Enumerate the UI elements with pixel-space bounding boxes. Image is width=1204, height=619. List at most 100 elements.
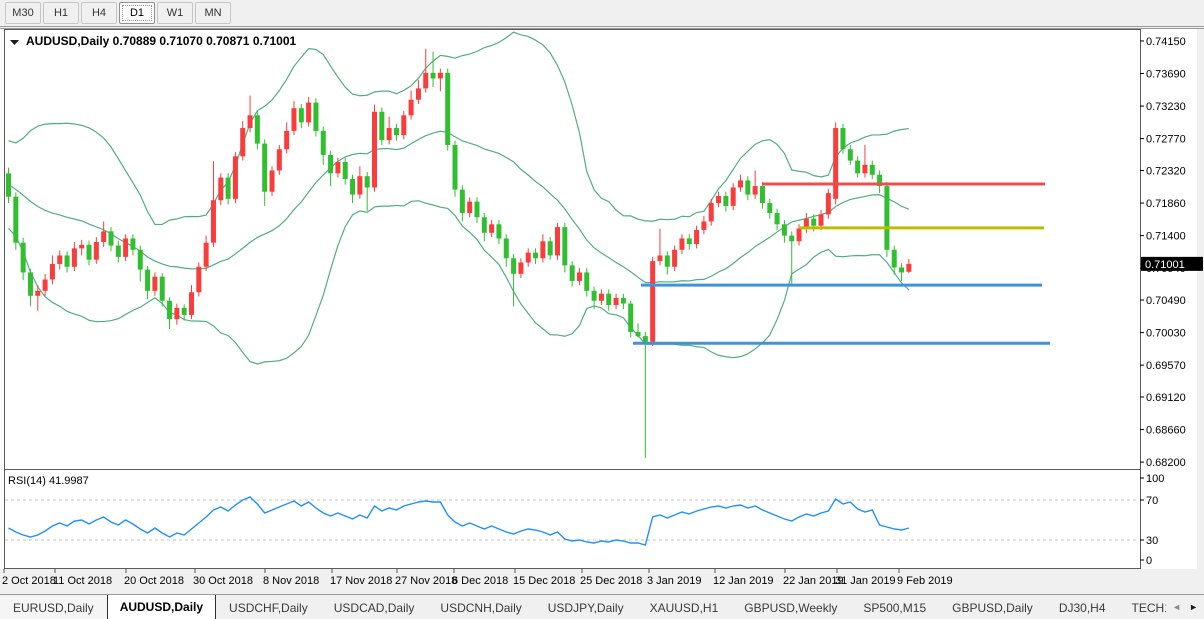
tab-usdcad-daily[interactable]: USDCAD,Daily [321,596,428,619]
timeframe-button-d1[interactable]: D1 [119,2,155,24]
timeframe-button-h4[interactable]: H4 [81,2,117,24]
candle-body [621,298,626,304]
candle-body [240,128,245,156]
candle-body [797,229,802,242]
candle-body [540,241,545,258]
candle-body [716,196,721,203]
candle-body [614,298,619,305]
timeframe-button-m30[interactable]: M30 [5,2,41,24]
candle-body [665,255,670,266]
price-tick-label: 0.73690 [1146,69,1186,81]
tab-tech100-h1[interactable]: TECH100,H1 [1119,596,1167,619]
candle-body [701,221,706,229]
date-label: 11 Oct 2018 [53,575,112,587]
candle-body [72,248,77,266]
price-tick-label: 0.69120 [1146,392,1186,404]
candle-body [291,108,296,131]
price-tick-label: 0.73230 [1146,101,1186,113]
tab-gbpusd-weekly[interactable]: GBPUSD,Weekly [731,596,850,619]
candle-body [189,292,194,315]
candle-body [848,149,853,160]
timeframe-button-w1[interactable]: W1 [157,2,193,24]
candle-body [562,227,567,265]
candle-body [826,193,831,214]
rsi-indicator-label: RSI(14) 41.9987 [8,475,89,487]
candle-body [387,128,392,140]
candle [453,141,458,197]
candle [884,182,889,257]
tab-gbpusd-daily[interactable]: GBPUSD,Daily [939,596,1046,619]
candle [255,111,260,149]
candle [555,223,560,260]
candle-body [401,115,406,135]
tab-eurusd-daily[interactable]: EURUSD,Daily [0,596,107,619]
price-chart-canvas: 0.741500.736900.732300.727700.723200.718… [0,28,1204,594]
candle-body [130,238,135,249]
candle-body [226,178,231,199]
candle-body [394,128,399,135]
candle [277,145,282,175]
candle-body [21,243,26,273]
timeframe-button-h1[interactable]: H1 [43,2,79,24]
tab-usdjpy-daily[interactable]: USDJPY,Daily [535,596,637,619]
candle-body [819,214,824,225]
candle-body [628,304,633,332]
candle-body [196,267,201,292]
tab-xauusd-h1[interactable]: XAUUSD,H1 [637,596,732,619]
candle-body [35,291,40,296]
candle-body [606,294,611,305]
tab-usdchf-daily[interactable]: USDCHF,Daily [216,596,321,619]
candle-body [365,176,370,187]
candle-body [526,253,531,263]
candle [372,105,377,192]
candle-body [167,301,172,319]
candle [13,192,18,249]
candle-body [687,238,692,244]
candle-body [321,131,326,155]
chart-area: 0.741500.736900.732300.727700.723200.718… [0,28,1204,594]
candle-body [87,245,92,260]
candle-body [145,270,150,291]
candle-body [174,308,179,319]
candle-body [709,203,714,221]
date-label: 17 Nov 2018 [330,575,392,587]
candle-body [474,202,479,218]
candle-body [599,294,604,301]
timeframe-button-mn[interactable]: MN [195,2,231,24]
candle-body [57,255,62,263]
tab-sp500-m15[interactable]: SP500,M15 [850,596,939,619]
candle-body [782,224,787,235]
tab-dj30-h4[interactable]: DJ30,H4 [1046,596,1119,619]
date-label: 31 Jan 2019 [835,575,896,587]
candle-body [570,265,575,281]
candle-body [584,272,589,290]
candle-body [343,162,348,179]
candle-body [262,144,267,192]
candle-body [789,236,794,242]
candle-body [445,73,450,145]
date-label: 27 Nov 2018 [395,575,457,587]
tabs-scroll-right-icon[interactable]: ► [1189,595,1198,619]
price-tick-label: 0.70490 [1146,295,1186,307]
candle-body [416,88,421,99]
date-label: 15 Dec 2018 [513,575,575,587]
candle-body [467,202,472,213]
candle-body [409,100,414,116]
candle [650,257,655,346]
price-tick-label: 0.68200 [1146,457,1186,469]
candle-body [255,115,260,143]
candle-body [533,253,538,259]
date-label: 9 Feb 2019 [897,575,953,587]
candle-body [138,250,143,270]
candle-body [65,255,70,266]
tabs-scroll-left-icon[interactable]: ◄ [1172,595,1181,619]
tab-usdcnh-daily[interactable]: USDCNH,Daily [427,596,534,619]
candle [379,108,384,146]
candle-body [833,128,838,199]
date-label: 25 Dec 2018 [580,575,642,587]
price-tick-label: 0.71860 [1146,198,1186,210]
candle-body [306,103,311,123]
rsi-scale-label: 70 [1146,495,1158,507]
date-label: 6 Dec 2018 [452,575,508,587]
tab-audusd-daily[interactable]: AUDUSD,Daily [107,595,216,619]
